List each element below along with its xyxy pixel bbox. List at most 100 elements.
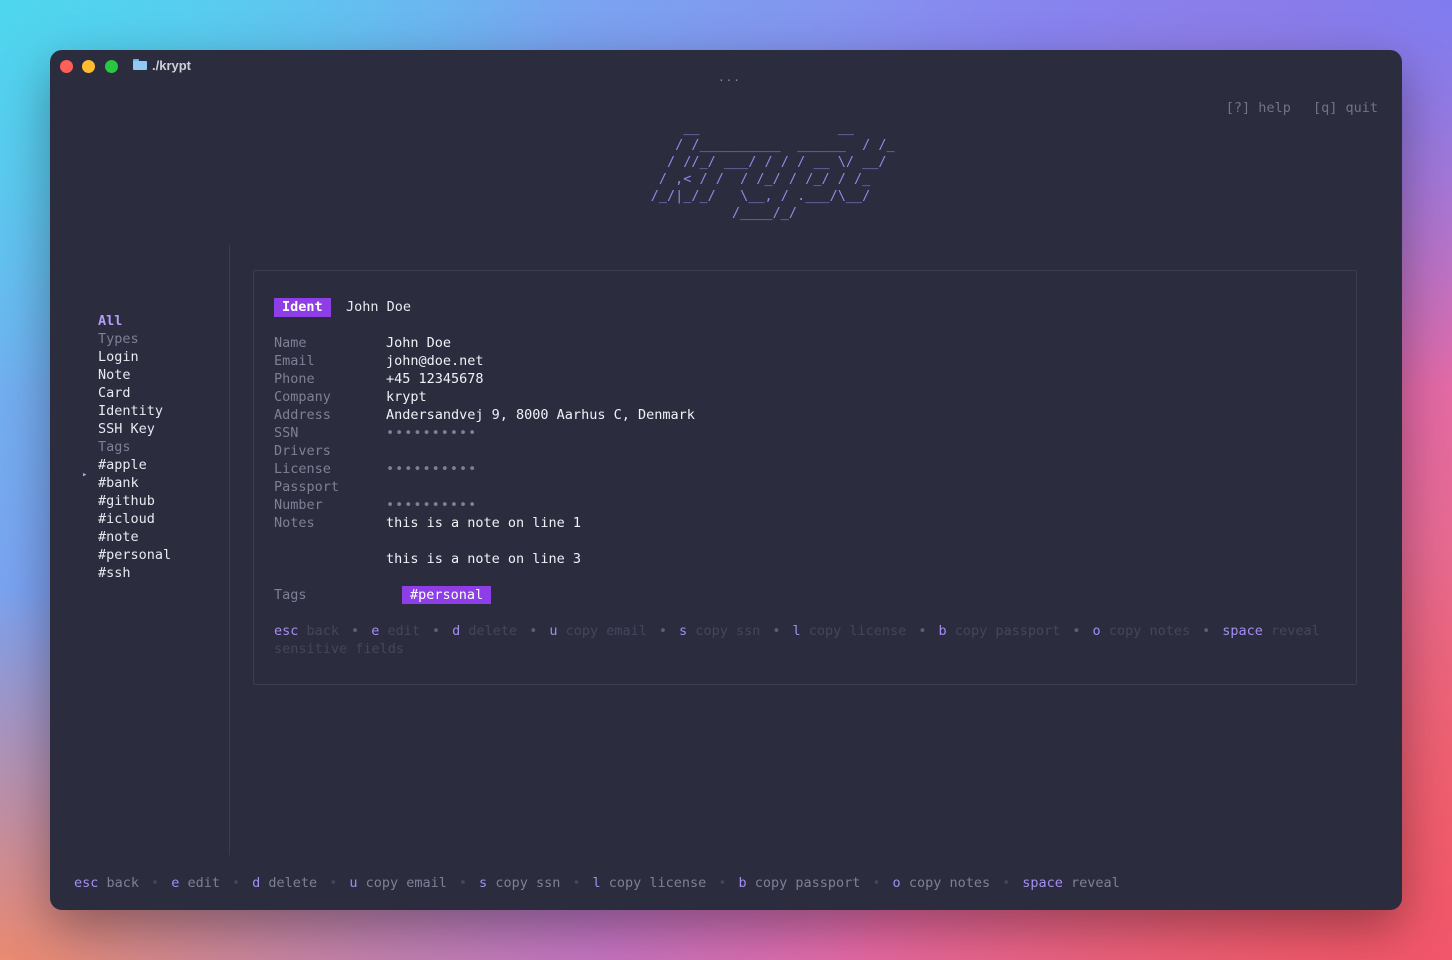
tags-label: Tags	[274, 587, 307, 603]
hint-key[interactable]: l	[792, 623, 800, 639]
separator-dot: •	[658, 623, 668, 639]
sidebar: ▸ All Types Login Note Card Identity SSH Key Ta…	[50, 245, 230, 855]
hint-action: copy passport	[954, 623, 1061, 639]
tag-pill[interactable]: #personal	[402, 586, 492, 604]
hint-action: back	[106, 875, 140, 891]
footer-keybinding-bar: esc back • e edit • d delete • u copy email • s …	[74, 874, 1120, 892]
hint-action: back	[306, 623, 340, 639]
sidebar-item[interactable]: #note	[98, 528, 139, 546]
field-label: Name	[274, 335, 307, 351]
separator-dot: •	[431, 623, 441, 639]
hint-key[interactable]: e	[371, 623, 379, 639]
hint-key[interactable]: b	[938, 623, 946, 639]
field-label: Notes	[274, 515, 315, 531]
separator-dot: •	[772, 623, 781, 639]
hint-action: copy email	[565, 623, 647, 639]
sidebar-section-heading: Tags	[98, 439, 131, 455]
masked-field-value[interactable]: ••••••••••	[386, 460, 477, 478]
title-bar: ./krypt ···	[50, 50, 1402, 87]
field-label: Number	[274, 497, 323, 513]
field-label: Address	[274, 407, 331, 423]
hint-key[interactable]: u	[549, 623, 557, 639]
sidebar-item[interactable]: Note	[98, 366, 131, 384]
window-title: ./krypt	[152, 58, 192, 73]
separator-dot: •	[529, 623, 538, 639]
hint-action: copy passport	[754, 875, 861, 891]
field-value[interactable]: this is a note on line 3	[386, 550, 581, 568]
sidebar-item[interactable]: Card	[98, 384, 131, 402]
separator-dot: •	[329, 875, 338, 891]
hint-key[interactable]: esc	[274, 623, 298, 639]
sidebar-item[interactable]: #apple	[98, 456, 147, 474]
hint-action: copy license	[808, 623, 907, 639]
hint-action: copy ssn	[495, 875, 561, 891]
maximize-window-button[interactable]	[105, 60, 118, 73]
folder-icon	[133, 59, 147, 70]
type-badge: Ident	[274, 298, 331, 317]
field-value[interactable]: john@doe.net	[386, 352, 484, 370]
hint-key[interactable]: d	[252, 875, 260, 891]
hint-action: copy email	[365, 875, 447, 891]
minimize-window-button[interactable]	[82, 60, 95, 73]
field-value[interactable]: this is a note on line 1	[386, 514, 581, 532]
hint-key[interactable]: s	[679, 623, 687, 639]
hint-key[interactable]: b	[738, 875, 746, 891]
hint-key[interactable]: d	[452, 623, 460, 639]
sidebar-item[interactable]: All	[98, 312, 122, 330]
hint-key[interactable]: l	[592, 875, 600, 891]
terminal-window: ./krypt ··· [?] help [q] quit __ __ / /_…	[50, 50, 1402, 910]
sidebar-item[interactable]: Login	[98, 348, 139, 366]
sidebar-item[interactable]: Identity	[98, 402, 163, 420]
quit-hint[interactable]: [q] quit	[1313, 100, 1378, 116]
sidebar-item[interactable]: #github	[98, 492, 155, 510]
card-keybinding-hints: esc back • e edit • d delete • u copy email • s …	[274, 622, 1334, 658]
field-label: Passport	[274, 479, 340, 495]
sidebar-item[interactable]: #ssh	[98, 564, 131, 582]
hint-key[interactable]: space	[1022, 875, 1063, 891]
field-value[interactable]: Andersandvej 9, 8000 Aarhus C, Denmark	[386, 406, 695, 424]
separator-dot: •	[872, 875, 881, 891]
hint-key[interactable]: esc	[74, 875, 98, 891]
hint-key[interactable]: o	[893, 875, 901, 891]
hint-action: copy notes	[1108, 623, 1191, 639]
hint-key[interactable]: space	[1222, 623, 1263, 639]
field-label: Drivers	[274, 443, 331, 459]
sidebar-item[interactable]: #personal	[98, 546, 171, 564]
more-icon[interactable]: ···	[718, 74, 740, 87]
close-window-button[interactable]	[60, 60, 73, 73]
help-bar: [?] help [q] quit	[1212, 100, 1378, 116]
field-value[interactable]: +45 12345678	[386, 370, 484, 388]
hint-action: reveal	[1071, 875, 1120, 891]
sidebar-item[interactable]: SSH Key	[98, 420, 155, 438]
field-value[interactable]: krypt	[386, 388, 427, 406]
field-label: Phone	[274, 371, 315, 387]
hint-key[interactable]: o	[1093, 623, 1101, 639]
separator-dot: •	[1202, 623, 1211, 639]
separator-dot: •	[1072, 623, 1081, 639]
hint-key[interactable]: s	[479, 875, 487, 891]
separator-dot: •	[718, 875, 727, 891]
separator-dot: •	[1002, 875, 1011, 891]
sidebar-item[interactable]: #bank	[98, 474, 139, 492]
entry-title: John Doe	[346, 299, 412, 315]
separator-dot: •	[458, 875, 468, 891]
sidebar-section-heading: Types	[98, 331, 139, 347]
separator-dot: •	[572, 875, 581, 891]
hint-key[interactable]: e	[171, 875, 179, 891]
field-label: Company	[274, 389, 331, 405]
sidebar-item[interactable]: #icloud	[98, 510, 155, 528]
hint-action: delete	[268, 875, 318, 891]
field-label: License	[274, 461, 331, 477]
field-label: SSN	[274, 425, 299, 441]
masked-field-value[interactable]: ••••••••••	[386, 496, 477, 514]
hint-action: copy notes	[908, 875, 991, 891]
field-value[interactable]: John Doe	[386, 334, 451, 352]
help-hint[interactable]: [?] help	[1226, 100, 1291, 116]
separator-dot: •	[151, 875, 160, 891]
masked-field-value[interactable]: ••••••••••	[386, 424, 477, 442]
separator-dot: •	[231, 875, 241, 891]
separator-dot: •	[351, 623, 360, 639]
entry-detail-card: Ident John Doe Name John Doe Email john@doe…	[253, 270, 1357, 685]
hint-key[interactable]: u	[349, 875, 357, 891]
hint-action: edit	[387, 623, 420, 639]
